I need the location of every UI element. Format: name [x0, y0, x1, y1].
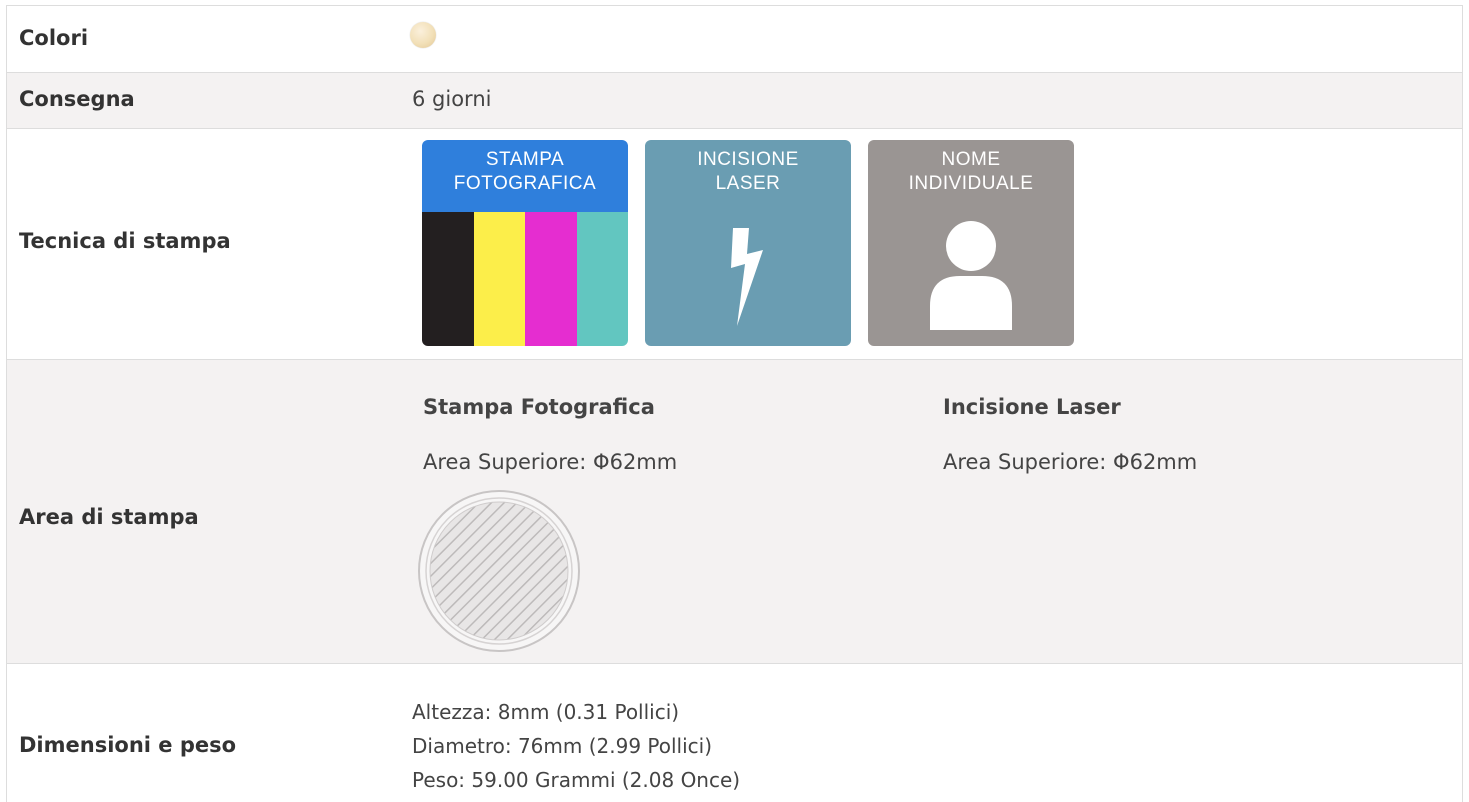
print-technique-laser-tile: INCISIONE LASER	[645, 140, 851, 346]
area-photo-title: Stampa Fotografica	[423, 395, 655, 419]
dimension-diameter: Diametro: 76mm (2.99 Pollici)	[412, 734, 713, 758]
lightning-bolt-icon	[731, 228, 763, 326]
product-spec-table: Colori Consegna 6 giorni Tecnica di stam…	[6, 5, 1463, 802]
row-colori: Colori	[7, 6, 1462, 73]
row-label-tecnica: Tecnica di stampa	[19, 229, 231, 253]
row-label-colori: Colori	[19, 26, 89, 50]
person-icon	[930, 221, 1012, 330]
row-tecnica: Tecnica di stampa STAMPA FOTOGRAFICA INC…	[7, 129, 1462, 360]
area-photo-text: Area Superiore: Φ62mm	[423, 450, 678, 474]
cmyk-bars-icon	[422, 212, 628, 346]
row-consegna: Consegna 6 giorni	[7, 73, 1462, 129]
dimension-height: Altezza: 8mm (0.31 Pollici)	[412, 700, 680, 724]
print-technique-photo-tile: STAMPA FOTOGRAFICA	[422, 140, 628, 346]
row-label-consegna: Consegna	[19, 87, 135, 111]
delivery-value: 6 giorni	[412, 87, 492, 111]
area-laser-text: Area Superiore: Φ62mm	[943, 450, 1198, 474]
print-technique-name-tile: NOME INDIVIDUALE	[868, 140, 1074, 346]
row-label-dimensioni: Dimensioni e peso	[19, 733, 237, 757]
dimension-weight: Peso: 59.00 Grammi (2.08 Once)	[412, 768, 741, 792]
print-area-diagram-icon	[418, 490, 580, 652]
row-dimensioni: Dimensioni e peso Altezza: 8mm (0.31 Pol…	[7, 664, 1462, 802]
row-label-area: Area di stampa	[19, 505, 199, 529]
tile-photo-title: STAMPA FOTOGRAFICA	[453, 149, 597, 194]
color-swatch-cream[interactable]	[410, 22, 436, 48]
row-area: Area di stampa Stampa Fotografica Area S…	[7, 360, 1462, 664]
area-laser-title: Incisione Laser	[943, 395, 1121, 419]
